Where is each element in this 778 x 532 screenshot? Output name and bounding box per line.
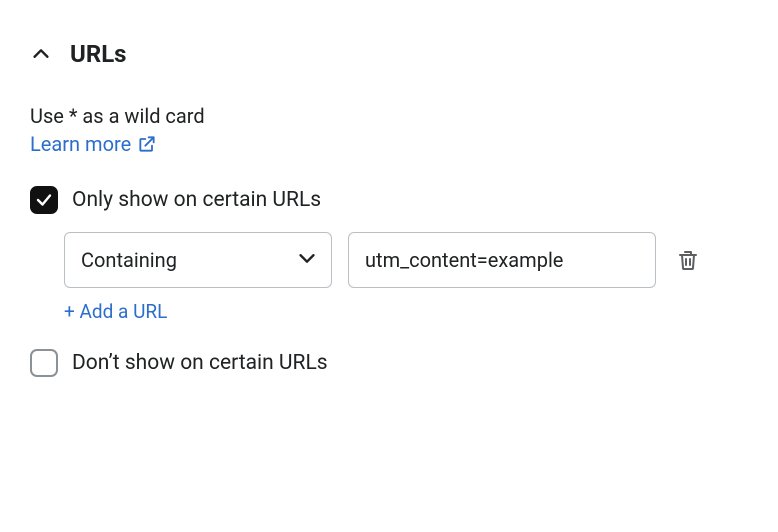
dont-show-row: Don’t show on certain URLs (30, 349, 748, 377)
only-show-checkbox[interactable] (30, 186, 58, 214)
dont-show-block: Don’t show on certain URLs (30, 349, 748, 377)
only-show-label: Only show on certain URLs (72, 188, 321, 212)
delete-rule-button[interactable] (672, 244, 704, 276)
trash-icon (676, 248, 700, 272)
condition-select-wrap: Containing (64, 232, 332, 288)
learn-more-link[interactable]: Learn more (30, 132, 157, 156)
url-value-input[interactable] (348, 232, 656, 288)
external-link-icon (137, 134, 157, 154)
dont-show-checkbox[interactable] (30, 349, 58, 377)
condition-select-value: Containing (81, 248, 177, 272)
only-show-row: Only show on certain URLs (30, 186, 748, 214)
condition-select[interactable]: Containing (64, 232, 332, 288)
only-show-block: Only show on certain URLs Containing (30, 186, 748, 323)
wildcard-hint: Use * as a wild card (30, 104, 748, 128)
add-url-link[interactable]: + Add a URL (64, 300, 167, 323)
dont-show-label: Don’t show on certain URLs (72, 351, 328, 375)
section-header[interactable]: URLs (30, 40, 748, 68)
learn-more-label: Learn more (30, 132, 131, 156)
section-title: URLs (70, 40, 127, 68)
chevron-up-icon (30, 43, 52, 65)
url-rule-row: Containing (64, 232, 748, 288)
